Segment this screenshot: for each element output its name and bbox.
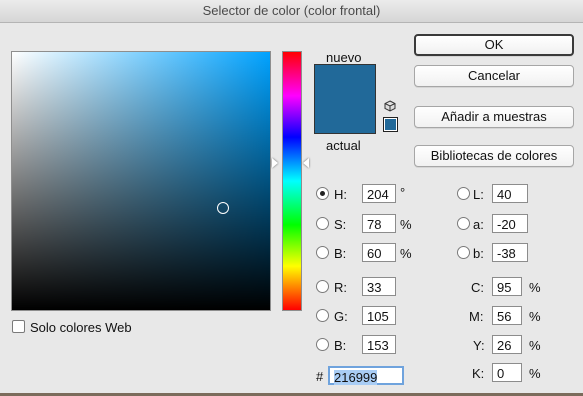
brightness-input[interactable]: 60 — [362, 243, 396, 262]
h-radio[interactable] — [316, 187, 329, 200]
g-label: G: — [334, 309, 348, 324]
h-unit: ° — [400, 185, 406, 200]
blue-radio[interactable] — [316, 338, 329, 351]
a-radio[interactable] — [457, 217, 470, 230]
lab-b-label: b: — [473, 246, 484, 261]
g-radio[interactable] — [316, 309, 329, 322]
brightness-label: B: — [334, 246, 347, 261]
new-color-swatch — [315, 65, 375, 99]
h-label: H: — [334, 187, 347, 202]
cancel-button[interactable]: Cancelar — [414, 65, 574, 87]
l-radio[interactable] — [457, 187, 470, 200]
blue-input[interactable]: 153 — [362, 335, 396, 354]
hex-value: 216999 — [334, 370, 378, 385]
web-safe-color-swatch[interactable] — [383, 117, 398, 132]
g-input[interactable]: 105 — [362, 306, 396, 325]
current-color-swatch[interactable] — [315, 99, 375, 133]
m-label: M: — [469, 309, 484, 324]
y-label: Y: — [473, 338, 485, 353]
color-libraries-button[interactable]: Bibliotecas de colores — [414, 145, 574, 167]
web-only-checkbox[interactable] — [12, 320, 25, 333]
r-input[interactable]: 33 — [362, 277, 396, 296]
window-title: Selector de color (color frontal) — [0, 0, 583, 23]
k-label: K: — [472, 366, 485, 381]
k-input[interactable]: 0 — [492, 363, 522, 382]
h-input[interactable]: 204 — [362, 184, 396, 203]
s-radio[interactable] — [316, 217, 329, 230]
hex-input[interactable]: 216999 — [328, 366, 404, 385]
s-label: S: — [334, 217, 347, 232]
k-unit: % — [529, 366, 541, 381]
s-unit: % — [400, 217, 412, 232]
hex-label: # — [316, 369, 324, 384]
add-to-swatches-button[interactable]: Añadir a muestras — [414, 106, 574, 128]
new-color-label: nuevo — [326, 50, 362, 65]
hue-slider-left-arrow-icon[interactable] — [272, 158, 278, 168]
l-label: L: — [473, 187, 484, 202]
gamut-cube-icon[interactable] — [384, 100, 396, 115]
m-input[interactable]: 56 — [492, 306, 522, 325]
l-input[interactable]: 40 — [492, 184, 528, 203]
r-label: R: — [334, 280, 347, 295]
y-input[interactable]: 26 — [492, 335, 522, 354]
color-field[interactable] — [11, 51, 271, 311]
b-radio[interactable] — [316, 246, 329, 259]
hue-slider[interactable] — [282, 51, 302, 311]
m-unit: % — [529, 309, 541, 324]
web-only-label: Solo colores Web — [30, 320, 132, 335]
color-picker-circle[interactable] — [217, 202, 229, 214]
c-label: C: — [471, 280, 484, 295]
brightness-unit: % — [400, 246, 412, 261]
color-swatch — [314, 64, 376, 134]
c-input[interactable]: 95 — [492, 277, 522, 296]
blue-label: B: — [334, 338, 347, 353]
current-color-label: actual — [326, 138, 361, 153]
lab-b-radio[interactable] — [457, 246, 470, 259]
a-input[interactable]: -20 — [492, 214, 528, 233]
y-unit: % — [529, 338, 541, 353]
a-label: a: — [473, 217, 484, 232]
c-unit: % — [529, 280, 541, 295]
r-radio[interactable] — [316, 280, 329, 293]
lab-b-input[interactable]: -38 — [492, 243, 528, 262]
hue-slider-right-arrow-icon[interactable] — [303, 158, 309, 168]
ok-button[interactable]: OK — [414, 34, 574, 56]
s-input[interactable]: 78 — [362, 214, 396, 233]
